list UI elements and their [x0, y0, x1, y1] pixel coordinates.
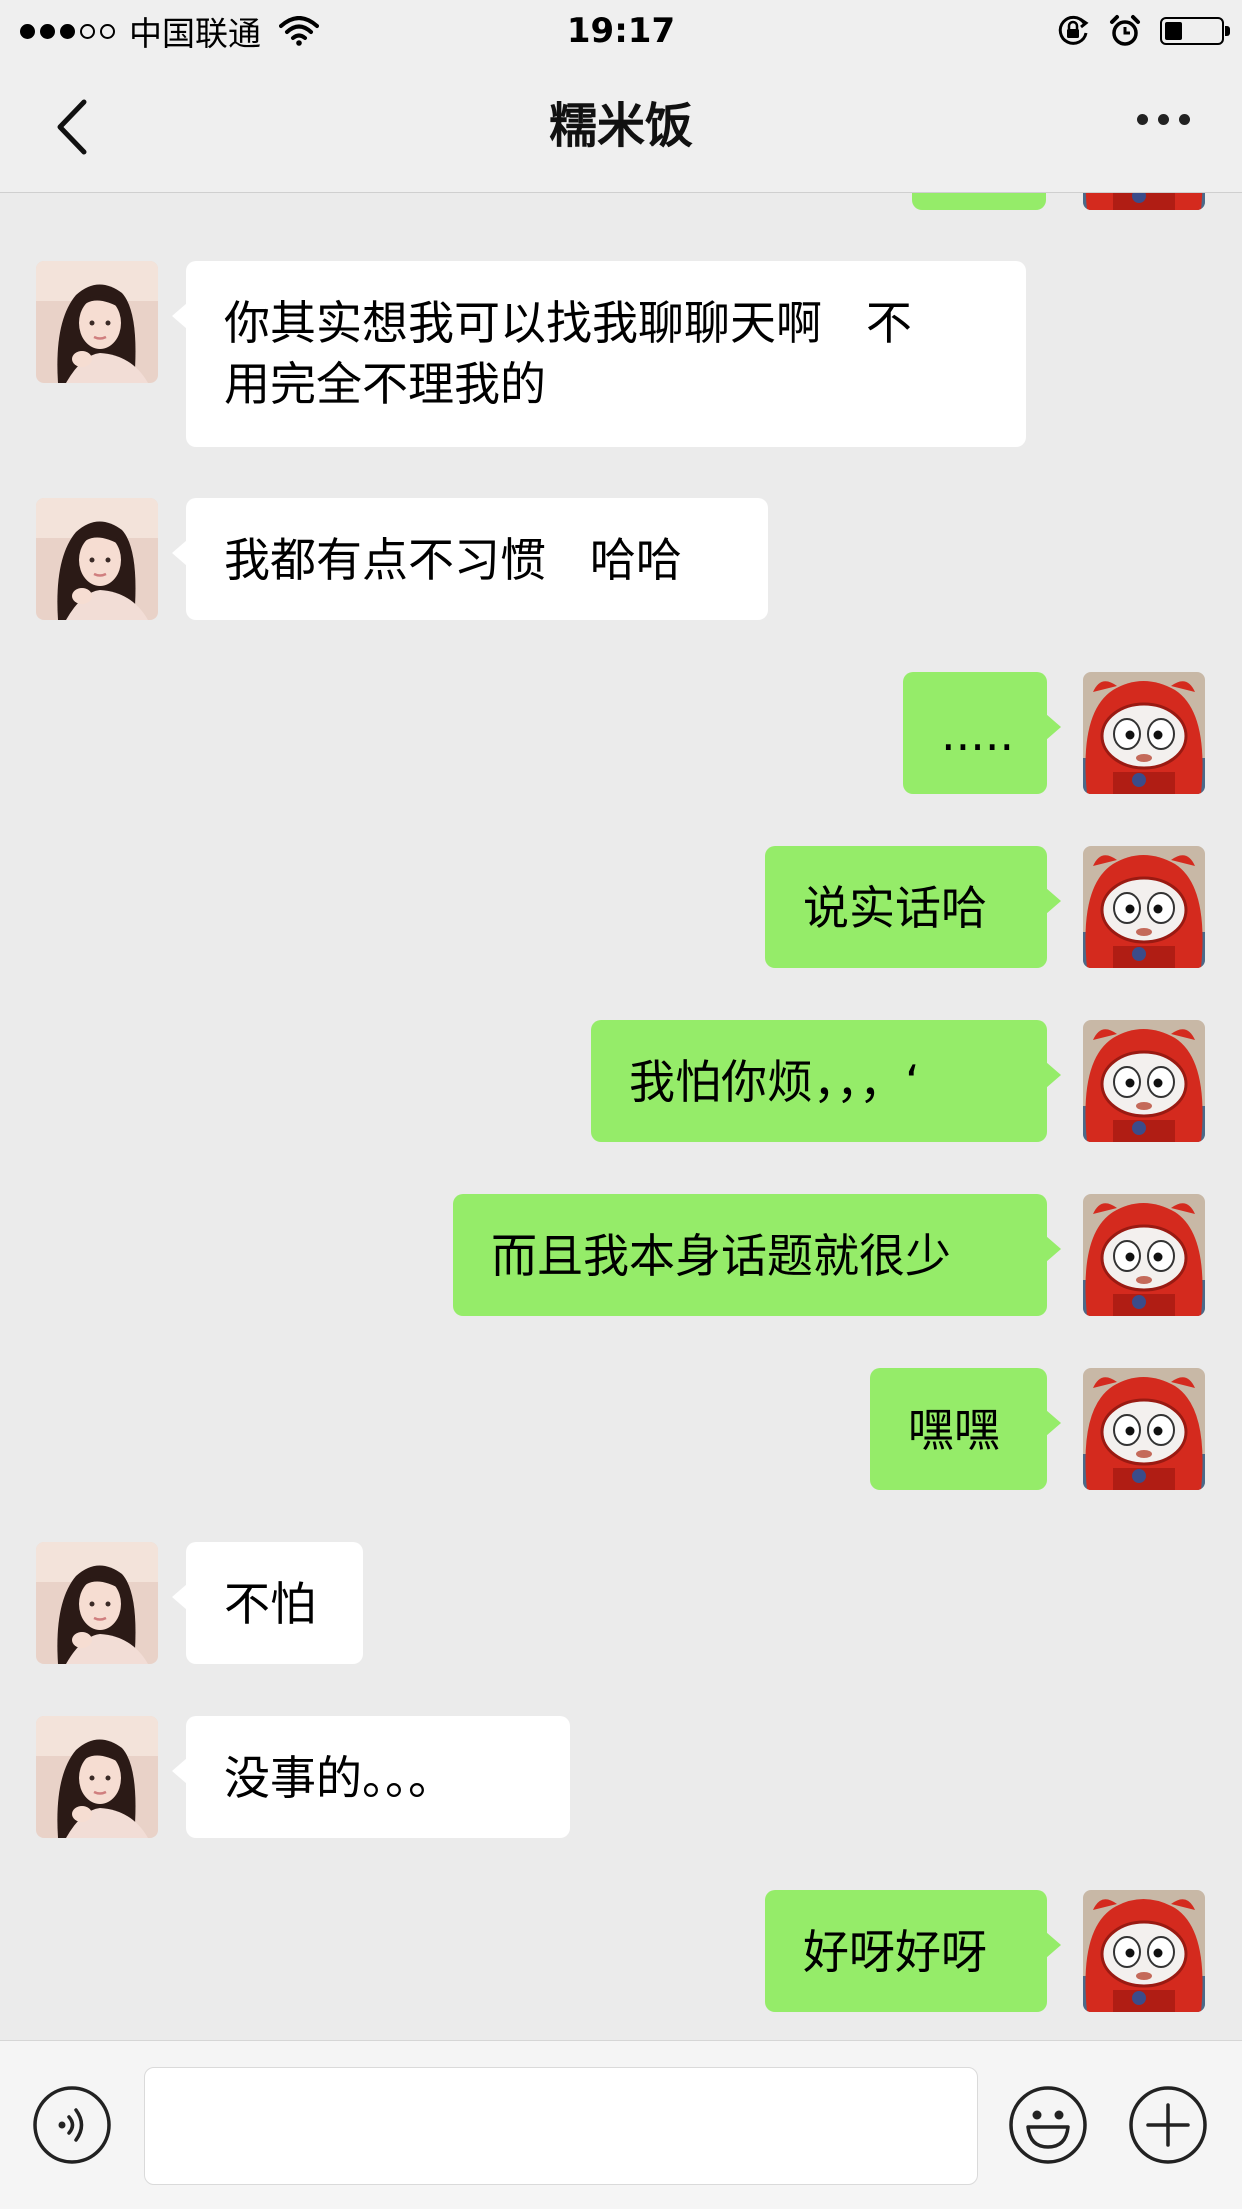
incoming-message[interactable]: 没事的。。。 — [172, 1716, 570, 1838]
my-avatar[interactable] — [1083, 672, 1205, 794]
outgoing-message[interactable]: 我怕你烦，，，‘ — [591, 1020, 1061, 1142]
chat-area[interactable]: 你其实想我可以找我聊聊天啊 不 用完全不理我的 我都有点不习惯 哈哈 .....… — [0, 0, 1242, 2040]
alarm-icon — [1110, 15, 1140, 46]
my-avatar[interactable] — [1083, 1368, 1205, 1490]
nav-bar: 糯米饭 — [0, 62, 1242, 193]
message-input[interactable] — [144, 2067, 978, 2185]
incoming-message[interactable]: 你其实想我可以找我聊聊天啊 不 用完全不理我的 — [172, 261, 1026, 447]
voice-icon[interactable] — [32, 2085, 112, 2165]
outgoing-message[interactable]: 而且我本身话题就很少 — [453, 1194, 1061, 1316]
chat-title: 糯米饭 — [548, 98, 693, 154]
outgoing-message[interactable]: ..... — [903, 672, 1061, 794]
my-avatar[interactable] — [1083, 1194, 1205, 1316]
outgoing-message[interactable]: 嘿嘿 — [870, 1368, 1061, 1490]
my-avatar[interactable] — [1083, 1020, 1205, 1142]
contact-avatar[interactable] — [36, 261, 158, 383]
outgoing-message[interactable]: 说实话哈 — [765, 846, 1061, 968]
battery-icon — [1160, 17, 1230, 45]
incoming-message[interactable]: 不怕 — [172, 1542, 363, 1664]
my-avatar[interactable] — [1083, 1890, 1205, 2012]
contact-avatar[interactable] — [36, 1716, 158, 1838]
plus-icon[interactable] — [1128, 2085, 1208, 2165]
status-bar: 中国联通 19:17 — [0, 0, 1242, 62]
emoji-icon[interactable] — [1008, 2085, 1088, 2165]
input-bar — [0, 2040, 1242, 2209]
my-avatar[interactable] — [1083, 846, 1205, 968]
contact-avatar[interactable] — [36, 1542, 158, 1664]
outgoing-message[interactable]: 好呀好呀 — [765, 1890, 1061, 2012]
contact-avatar[interactable] — [36, 498, 158, 620]
ellipsis-icon[interactable] — [1137, 114, 1190, 125]
incoming-message[interactable]: 我都有点不习惯 哈哈 — [172, 498, 768, 620]
orientation-lock-icon — [1058, 15, 1089, 45]
